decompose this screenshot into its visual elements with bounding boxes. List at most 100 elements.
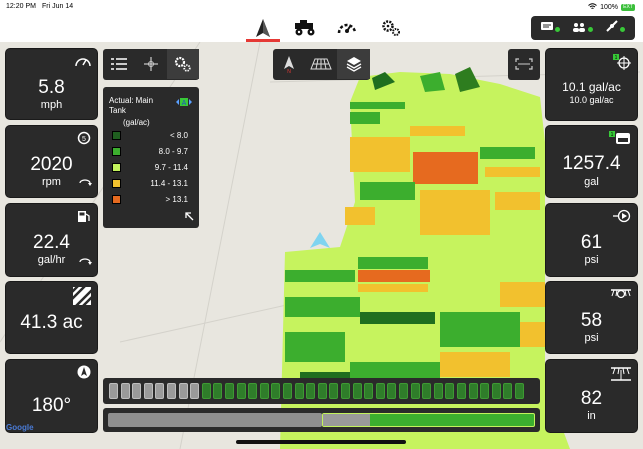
section-segment[interactable] bbox=[178, 383, 188, 399]
settings-gears-icon[interactable] bbox=[376, 16, 406, 40]
section-segment[interactable] bbox=[445, 383, 455, 399]
connection-status[interactable] bbox=[531, 16, 635, 40]
legend-range-label: 9.7 - 11.4 bbox=[154, 163, 188, 172]
section-segment[interactable] bbox=[364, 383, 374, 399]
section-segment[interactable] bbox=[294, 383, 304, 399]
legend-source-icon[interactable]: A bbox=[176, 97, 192, 109]
guidance-arrow-icon[interactable] bbox=[248, 16, 278, 40]
list-icon[interactable] bbox=[103, 49, 135, 79]
legend-swatch bbox=[112, 131, 121, 140]
height-unit: in bbox=[587, 410, 596, 422]
section-segment[interactable] bbox=[375, 383, 385, 399]
section-segment[interactable] bbox=[422, 383, 432, 399]
section-segment[interactable] bbox=[399, 383, 408, 399]
section-segment[interactable] bbox=[132, 383, 142, 399]
legend-range-label: 11.4 - 13.1 bbox=[150, 179, 188, 188]
section-segment[interactable] bbox=[410, 383, 420, 399]
section-segment[interactable] bbox=[352, 383, 362, 399]
gauge-icon[interactable] bbox=[332, 16, 362, 40]
boom-pressure-tile[interactable]: 58 psi bbox=[546, 282, 637, 353]
pan-move-icon[interactable] bbox=[135, 49, 167, 79]
section-segment[interactable] bbox=[433, 383, 443, 399]
rate-target-value: 10.0 gal/ac bbox=[569, 95, 614, 105]
boom-height-icon bbox=[611, 365, 631, 386]
speed-tile[interactable]: 5.8 mph bbox=[6, 49, 97, 119]
pump-pressure-icon bbox=[613, 209, 631, 228]
pump-pressure-tile[interactable]: 61 psi bbox=[546, 204, 637, 276]
active-tab-indicator bbox=[246, 39, 280, 42]
home-indicator bbox=[236, 440, 406, 444]
satellite-icon[interactable] bbox=[606, 19, 625, 37]
engine-rpm-tile[interactable]: 5 2020 rpm bbox=[6, 126, 97, 197]
tank-value: 1257.4 bbox=[562, 153, 621, 174]
section-segment[interactable] bbox=[155, 383, 165, 399]
pressure1-value: 61 bbox=[580, 232, 603, 253]
cycle-icon[interactable] bbox=[78, 253, 92, 271]
section-segment[interactable] bbox=[201, 383, 211, 399]
section-segment[interactable] bbox=[503, 383, 513, 399]
section-segment[interactable] bbox=[248, 383, 258, 399]
section-segment[interactable] bbox=[317, 383, 327, 399]
north-up-icon[interactable]: N bbox=[273, 49, 305, 79]
section-segment[interactable] bbox=[190, 383, 200, 399]
section-segment[interactable] bbox=[213, 383, 223, 399]
tank-volume-tile[interactable]: 1 1257.4 gal bbox=[546, 126, 637, 197]
perspective-grid-icon[interactable] bbox=[305, 49, 337, 79]
section-segment[interactable] bbox=[167, 383, 176, 399]
section-segment[interactable] bbox=[457, 383, 466, 399]
section-segment[interactable] bbox=[387, 383, 397, 399]
section-segment[interactable] bbox=[329, 383, 339, 399]
engine-rpm-icon: 5 bbox=[77, 131, 91, 150]
section-segment[interactable] bbox=[259, 383, 269, 399]
tank-unit: gal bbox=[584, 176, 599, 188]
legend-swatch bbox=[112, 179, 121, 188]
fuel-rate-tile[interactable]: 22.4 gal/hr bbox=[6, 204, 97, 276]
boom-active-segment bbox=[322, 413, 535, 427]
collapse-arrow-icon[interactable] bbox=[185, 212, 194, 223]
message-icon[interactable] bbox=[541, 19, 561, 37]
section-segment[interactable] bbox=[480, 383, 490, 399]
legend-unit: (gal/ac) bbox=[123, 118, 150, 127]
vehicle-position-icon bbox=[310, 232, 330, 248]
section-segment[interactable] bbox=[143, 383, 153, 399]
section-segment[interactable] bbox=[468, 383, 478, 399]
section-segment[interactable] bbox=[225, 383, 234, 399]
battery-percent: 100% bbox=[600, 4, 618, 11]
tractor-icon[interactable] bbox=[290, 16, 320, 40]
area-tile[interactable]: 41.3 ac bbox=[6, 282, 97, 353]
users-icon[interactable] bbox=[572, 19, 594, 37]
speed-value: 5.8 bbox=[38, 77, 65, 98]
legend-range-label: 8.0 - 9.7 bbox=[158, 147, 188, 156]
section-segment[interactable] bbox=[306, 383, 316, 399]
boom-inactive-segment bbox=[108, 413, 322, 427]
legend-swatch bbox=[112, 163, 121, 172]
rate-legend: Actual: Main Tank A (gal/ac) < 8.0 8.0 -… bbox=[103, 87, 199, 228]
fuel-value: 22.4 bbox=[33, 232, 70, 253]
cycle-icon[interactable] bbox=[78, 174, 92, 192]
section-segment[interactable] bbox=[109, 383, 118, 399]
section-segment[interactable] bbox=[491, 383, 501, 399]
map-settings-icon[interactable] bbox=[167, 49, 199, 79]
legend-swatch bbox=[112, 195, 121, 204]
zoom-extent-button[interactable] bbox=[508, 49, 540, 80]
section-segment[interactable] bbox=[515, 383, 524, 399]
section-segment[interactable] bbox=[236, 383, 246, 399]
section-segment[interactable] bbox=[271, 383, 281, 399]
section-segment[interactable] bbox=[283, 383, 292, 399]
legend-swatch bbox=[112, 147, 121, 156]
section-segment[interactable] bbox=[341, 383, 350, 399]
height-value: 82 bbox=[580, 388, 603, 409]
svg-text:A: A bbox=[182, 100, 187, 107]
pressure1-unit: psi bbox=[584, 254, 599, 266]
boom-status-bar bbox=[103, 408, 540, 432]
section-control-bar[interactable] bbox=[103, 378, 540, 404]
heading-tile[interactable]: 180° bbox=[6, 360, 97, 432]
area-stripes-icon bbox=[70, 284, 94, 310]
section-segment[interactable] bbox=[120, 383, 130, 399]
layers-icon[interactable] bbox=[337, 49, 370, 79]
application-rate-tile[interactable]: 1 10.1 gal/ac 10.0 gal/ac bbox=[546, 49, 637, 120]
status-right: 100% EXT bbox=[588, 3, 635, 12]
legend-row: 9.7 - 11.4 bbox=[112, 163, 194, 173]
boom-height-tile[interactable]: 82 in bbox=[546, 360, 637, 432]
zoom-extent-icon[interactable] bbox=[508, 49, 540, 79]
